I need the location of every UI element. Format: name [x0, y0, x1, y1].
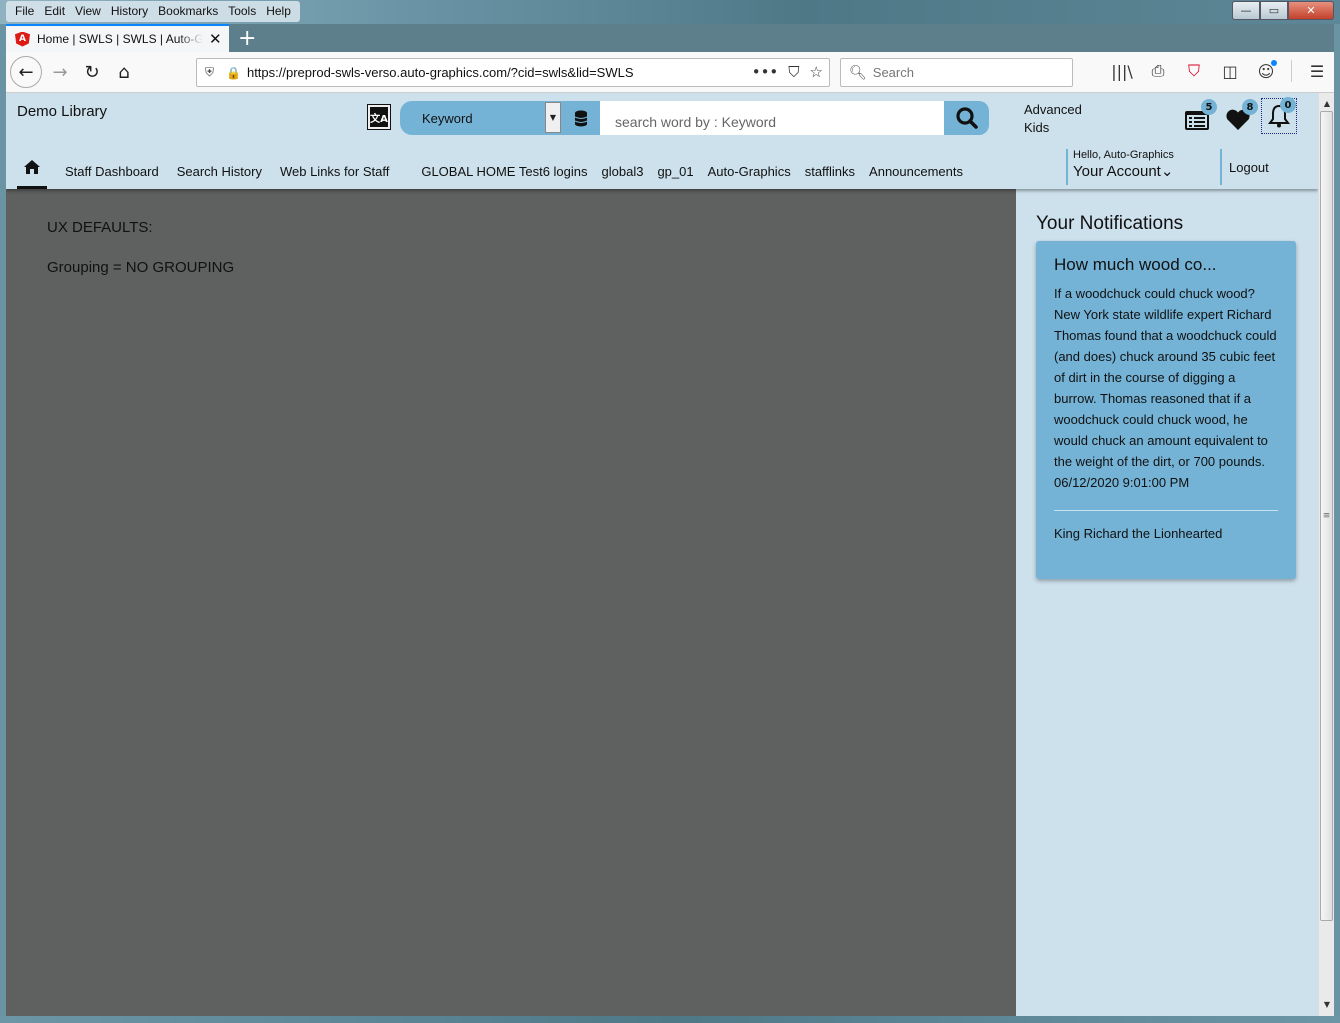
close-window-button[interactable]: ✕ [1288, 1, 1334, 20]
url-text[interactable]: https://preprod-swls-verso.auto-graphics… [247, 65, 634, 80]
angular-favicon-icon: A [15, 31, 30, 47]
new-tab-button[interactable]: + [238, 26, 256, 51]
library-icon[interactable]: |||\ [1111, 62, 1133, 81]
notification-card[interactable]: How much wood co... If a woodchuck could… [1036, 241, 1296, 579]
nav-web-links-for-staff[interactable]: Web Links for Staff [280, 164, 389, 179]
bookmark-star-icon[interactable]: ☆ [810, 63, 823, 81]
url-bar[interactable]: ⛨ 🔒 https://preprod-swls-verso.auto-grap… [196, 58, 830, 87]
scroll-down-arrow-icon[interactable]: ▼ [1319, 996, 1335, 1012]
scrollbar-thumb[interactable]: ≡ [1320, 111, 1333, 921]
dropdown-arrow-icon[interactable]: ▼ [545, 102, 561, 133]
translate-icon[interactable]: 文A [367, 104, 391, 130]
advanced-search-link[interactable]: Advanced [1024, 101, 1082, 119]
home-icon [24, 159, 40, 174]
menu-tools[interactable]: Tools [223, 1, 261, 22]
window-frame-right [1334, 24, 1340, 1023]
close-tab-icon[interactable]: ✕ [209, 30, 222, 48]
browser-search-box[interactable]: 🔍︎ [840, 58, 1073, 87]
notification-divider [1054, 510, 1278, 511]
notification-date: 06/12/2020 9:01:00 PM [1054, 475, 1190, 490]
toolbar-separator [1291, 60, 1292, 82]
nav-global-home-test6-logins[interactable]: GLOBAL HOME Test6 logins [421, 164, 587, 179]
web-page: Demo Library 文A Keyword ▼ Advanced Kids … [6, 93, 1318, 1016]
browser-search-input[interactable] [872, 65, 1063, 80]
forward-button[interactable]: → [48, 60, 72, 84]
search-form: Keyword ▼ [400, 101, 989, 135]
menu-edit[interactable]: Edit [39, 1, 70, 22]
grouping-setting: Grouping = NO GROUPING [47, 259, 235, 276]
nav-staff-dashboard[interactable]: Staff Dashboard [65, 164, 159, 179]
my-list-button[interactable]: 5 [1181, 99, 1217, 135]
tab-title: Home | SWLS | SWLS | Auto-Graphics [37, 32, 203, 46]
favorites-count-badge: 8 [1242, 99, 1258, 115]
nav-gp-01[interactable]: gp_01 [657, 164, 693, 179]
extension-icon[interactable]: ⛉ [1183, 61, 1205, 81]
search-type-select[interactable]: Keyword ▼ [400, 101, 561, 135]
menu-file[interactable]: File [10, 1, 39, 22]
maximize-button[interactable]: ▭ [1260, 1, 1288, 20]
search-button[interactable] [944, 101, 989, 135]
nav-announcements[interactable]: Announcements [869, 164, 963, 179]
library-name: Demo Library [17, 103, 108, 120]
menu-history[interactable]: History [106, 1, 153, 22]
site-header: Demo Library 文A Keyword ▼ Advanced Kids … [6, 93, 1318, 189]
window-controls: — ▭ ✕ [1232, 1, 1334, 20]
tab-strip: A Home | SWLS | SWLS | Auto-Graphics ✕ + [6, 24, 1334, 52]
minimize-button[interactable]: — [1232, 1, 1260, 20]
logout-link[interactable]: Logout [1220, 149, 1269, 185]
tracking-shield-icon[interactable]: ⛨ [205, 65, 214, 80]
back-button[interactable]: ← [10, 56, 42, 88]
browser-tab-active[interactable]: A Home | SWLS | SWLS | Auto-Graphics ✕ [6, 24, 229, 52]
nav-auto-graphics[interactable]: Auto-Graphics [708, 164, 791, 179]
chevron-down-icon: ⌄ [1160, 163, 1174, 180]
scroll-up-arrow-icon[interactable]: ▲ [1319, 95, 1335, 111]
greeting: Hello, Auto-Graphics [1073, 149, 1174, 161]
print-icon[interactable]: ⎙ [1147, 61, 1169, 81]
browser-toolbar: ← → ↻ ⌂ ⛨ 🔒 https://preprod-swls-verso.a… [6, 52, 1334, 93]
list-count-badge: 5 [1201, 99, 1217, 115]
database-icon[interactable] [561, 101, 600, 135]
notification-sender: King Richard the Lionhearted [1054, 526, 1223, 541]
search-icon: 🔍︎ [849, 64, 867, 81]
magnifier-icon [955, 107, 978, 129]
page-scrollbar[interactable]: ▲ ≡ ▼ [1318, 93, 1334, 1016]
kids-link[interactable]: Kids [1024, 119, 1082, 137]
notification-body: If a woodchuck could chuck wood? New Yor… [1054, 286, 1277, 469]
nav-stafflinks[interactable]: stafflinks [805, 164, 855, 179]
menu-view[interactable]: View [70, 1, 106, 22]
firefox-account-icon[interactable]: ☺ [1255, 59, 1277, 81]
notifications-title: Your Notifications [1036, 213, 1184, 234]
window-frame-bottom [0, 1016, 1340, 1023]
nav-global3[interactable]: global3 [602, 164, 644, 179]
home-button[interactable]: ⌂ [112, 60, 136, 84]
search-mode-links: Advanced Kids [1024, 101, 1082, 137]
your-account-label: Your Account [1073, 163, 1161, 180]
ux-defaults-label: UX DEFAULTS: [47, 219, 153, 236]
menu-bookmarks[interactable]: Bookmarks [153, 1, 223, 22]
favorites-button[interactable]: 8 [1222, 99, 1258, 135]
account-menu[interactable]: Hello, Auto-Graphics Your Account⌄ [1066, 149, 1174, 185]
hamburger-menu-icon[interactable]: ☰ [1306, 62, 1328, 81]
page-actions-icon[interactable]: ••• [752, 63, 779, 81]
notification-heading: How much wood co... [1054, 255, 1217, 274]
nav-search-history[interactable]: Search History [177, 164, 262, 179]
notifications-panel: Your Notifications How much wood co... I… [1016, 189, 1318, 1016]
pocket-icon[interactable]: ⛉ [788, 63, 799, 81]
notifications-button[interactable]: 0 [1261, 97, 1297, 134]
menu-help[interactable]: Help [261, 1, 296, 22]
your-account-toggle[interactable]: Your Account⌄ [1073, 162, 1174, 180]
notifications-count-badge: 0 [1280, 97, 1296, 113]
lock-icon[interactable]: 🔒 [226, 66, 241, 80]
reload-button[interactable]: ↻ [80, 60, 104, 84]
search-type-value: Keyword [422, 111, 473, 126]
main-content: UX DEFAULTS: Grouping = NO GROUPING [6, 189, 1016, 1016]
sidebar-icon[interactable]: ◫ [1219, 62, 1241, 81]
window-titlebar: File Edit View History Bookmarks Tools H… [0, 0, 1340, 24]
catalog-search-input[interactable] [600, 101, 944, 135]
menu-bar: File Edit View History Bookmarks Tools H… [6, 1, 300, 22]
nav-home[interactable] [17, 153, 47, 189]
main-nav: Staff Dashboard Search History Web Links… [6, 153, 963, 189]
